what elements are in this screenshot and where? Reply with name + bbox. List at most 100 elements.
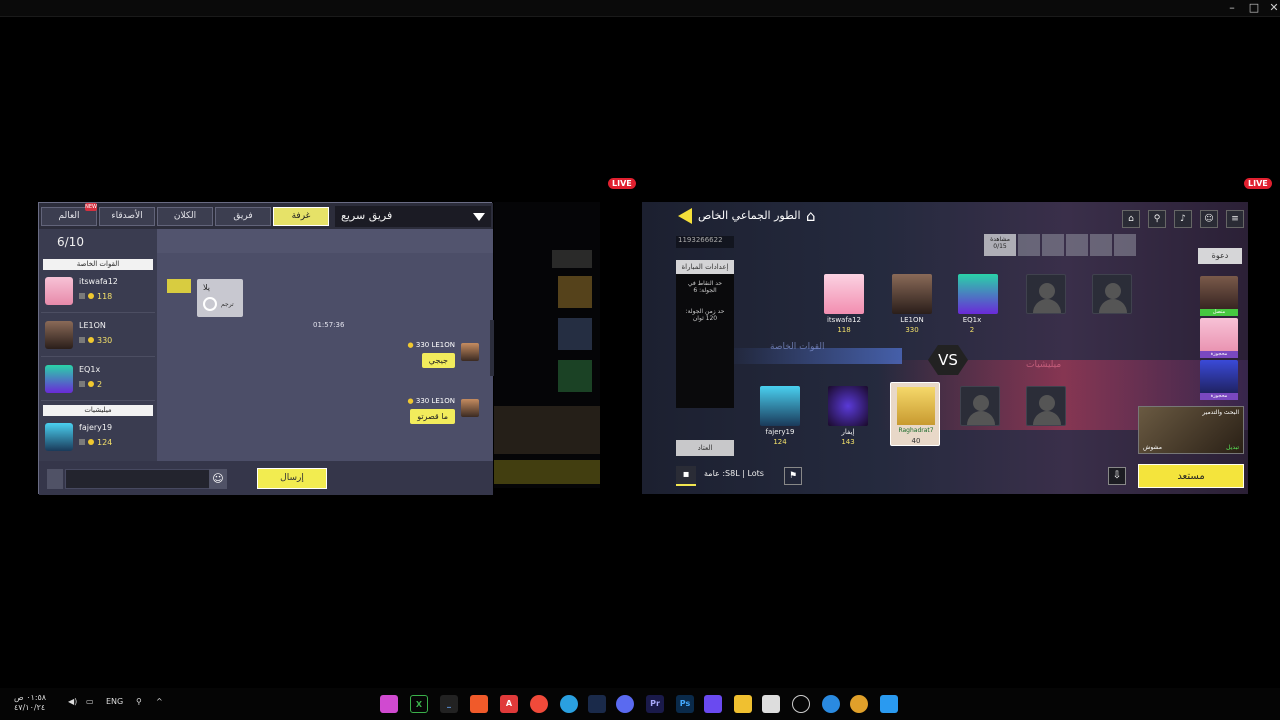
live-badge-left: LIVE [608, 178, 636, 189]
microphone-icon[interactable] [47, 469, 63, 489]
mic-icon[interactable]: ⚲ [136, 697, 142, 706]
chat-icon[interactable]: ▪ [676, 466, 696, 486]
spectator-slot[interactable] [1018, 234, 1040, 256]
file-explorer-icon[interactable] [734, 695, 752, 713]
home-icon[interactable]: ⌂ [1122, 210, 1140, 228]
room-id: 1193266622 [676, 236, 734, 248]
tab-friends[interactable]: الأصدقاء [99, 207, 155, 226]
discord-icon[interactable] [616, 695, 634, 713]
chevron-down-icon [473, 213, 485, 221]
translate-icon [203, 297, 217, 311]
system-icon [167, 279, 191, 293]
team2-header: ميليشيات [43, 405, 153, 416]
back-arrow-icon[interactable] [678, 208, 692, 224]
avatar [897, 387, 935, 425]
player-row[interactable]: itswafa12 118 [41, 271, 155, 313]
chat-message: جيجي [421, 353, 455, 368]
send-button[interactable]: إرسال [257, 468, 327, 489]
spectator-slot[interactable] [1042, 234, 1064, 256]
team1-header: القوات الخاصة [43, 259, 153, 270]
friends-icon[interactable]: ☺ [1200, 210, 1218, 228]
steam-icon[interactable] [588, 695, 606, 713]
chat-input-bar: ☺ إرسال [39, 461, 493, 495]
tab-room[interactable]: غرفة [273, 207, 329, 226]
avatar [45, 365, 73, 393]
flag-icon[interactable]: ⚑ [784, 467, 802, 485]
settings-summary: حد النقاط في الجولة: 6 حد زمن الجولة: 12… [676, 274, 734, 408]
emoji-icon[interactable]: ☺ [209, 469, 227, 489]
tab-clan[interactable]: الكلان [157, 207, 213, 226]
match-settings-button[interactable]: إعدادات المباراة [676, 260, 734, 274]
invite-button[interactable]: دعوة [1198, 248, 1242, 264]
player-count: 6/10 [57, 235, 84, 249]
avatar [45, 423, 73, 451]
player-row[interactable]: fajery19 124 [41, 417, 155, 459]
loadout-button[interactable]: العتاد [676, 440, 734, 456]
download-icon[interactable]: ⇩ [1108, 467, 1126, 485]
telegram-icon[interactable] [560, 695, 578, 713]
team1-label: القوات الخاصة [770, 342, 825, 352]
excel-icon[interactable]: X [410, 695, 428, 713]
mic-muted-icon[interactable]: ⚲ [1148, 210, 1166, 228]
chevron-up-icon[interactable]: ^ [156, 697, 163, 706]
network-icon[interactable]: ▭ [86, 697, 94, 706]
team2-slot-self[interactable]: Raghadrat7 40 [890, 382, 940, 446]
invite-slot[interactable]: متصل [1200, 276, 1238, 316]
spectator-button[interactable]: مشاهدة 0/15 [984, 234, 1016, 256]
new-badge: NEW [85, 203, 97, 211]
map-preview[interactable]: البحث والتدمير مشوش تبديل [1138, 406, 1244, 454]
room-player-list: 6/10 القوات الخاصة itswafa12 118 LE1ON 3… [39, 229, 157, 461]
spectator-slot[interactable] [1090, 234, 1112, 256]
message-author: LE1ON [431, 397, 455, 405]
chat-channel: عامة :S8L | Lots [704, 469, 764, 478]
chat-message: ما قصرتو [410, 409, 455, 424]
taskbar: ٠١:٥٨ ص ٤٧/١٠/٢٤ ◀) ▭ ENG ⚲ ^ X _ A Pr P… [0, 688, 1280, 720]
page-title: الطور الجماعي الخاص [698, 209, 801, 222]
minimize-icon[interactable]: – [1220, 0, 1244, 16]
player-row[interactable]: LE1ON 330 [41, 315, 155, 357]
team1-slot[interactable] [892, 274, 932, 314]
edge-icon[interactable] [822, 695, 840, 713]
team2-slot[interactable] [760, 386, 800, 426]
premiere-icon[interactable]: Pr [646, 695, 664, 713]
language-indicator[interactable]: ENG [106, 697, 123, 706]
avatar [461, 399, 479, 417]
player-row[interactable]: EQ1x 2 [41, 359, 155, 401]
chat-input[interactable] [65, 469, 211, 489]
copilot-icon[interactable] [380, 695, 398, 713]
empty-slot[interactable] [1092, 274, 1132, 314]
clock: ٠١:٥٨ ص ٤٧/١٠/٢٤ [14, 693, 47, 712]
menu-icon[interactable]: ≡ [1226, 210, 1244, 228]
empty-slot[interactable] [1026, 386, 1066, 426]
team2-slot[interactable] [828, 386, 868, 426]
ready-button[interactable]: مستعد [1138, 464, 1244, 488]
tab-team[interactable]: فريق [215, 207, 271, 226]
background-preview [494, 202, 600, 488]
private-match-lobby: الطور الجماعي الخاص ⌂ ⌂ ⚲ ♪ ☺ ≡ 11932666… [642, 202, 1248, 494]
invite-slot[interactable]: محجوزة [1200, 360, 1238, 400]
windows-start-icon[interactable] [880, 695, 898, 713]
invite-slot[interactable]: محجوزة [1200, 318, 1238, 358]
chat-messages: يلا ترجم 01:57:36 ● 330 LE1ON جيجي ● 330… [157, 229, 493, 461]
photoshop-icon[interactable]: Ps [676, 695, 694, 713]
avatar [45, 321, 73, 349]
spectator-slot[interactable] [1066, 234, 1088, 256]
team1-slot[interactable] [824, 274, 864, 314]
speaker-icon[interactable]: ♪ [1174, 210, 1192, 228]
app-icon[interactable] [704, 695, 722, 713]
empty-slot[interactable] [1026, 274, 1066, 314]
chrome-icon[interactable] [850, 695, 868, 713]
team1-slot[interactable] [958, 274, 998, 314]
store-icon[interactable] [762, 695, 780, 713]
app-icon[interactable] [792, 695, 810, 713]
empty-slot[interactable] [960, 386, 1000, 426]
home-icon[interactable]: ⌂ [806, 207, 822, 225]
app-icon[interactable] [530, 695, 548, 713]
app-icon[interactable]: A [500, 695, 518, 713]
spectator-slot[interactable] [1114, 234, 1136, 256]
terminal-icon[interactable]: _ [440, 695, 458, 713]
mode-dropdown[interactable]: فريق سريع [335, 206, 491, 227]
brave-icon[interactable] [470, 695, 488, 713]
volume-icon[interactable]: ◀) [68, 697, 77, 706]
close-icon[interactable]: ✕ [1262, 0, 1280, 16]
